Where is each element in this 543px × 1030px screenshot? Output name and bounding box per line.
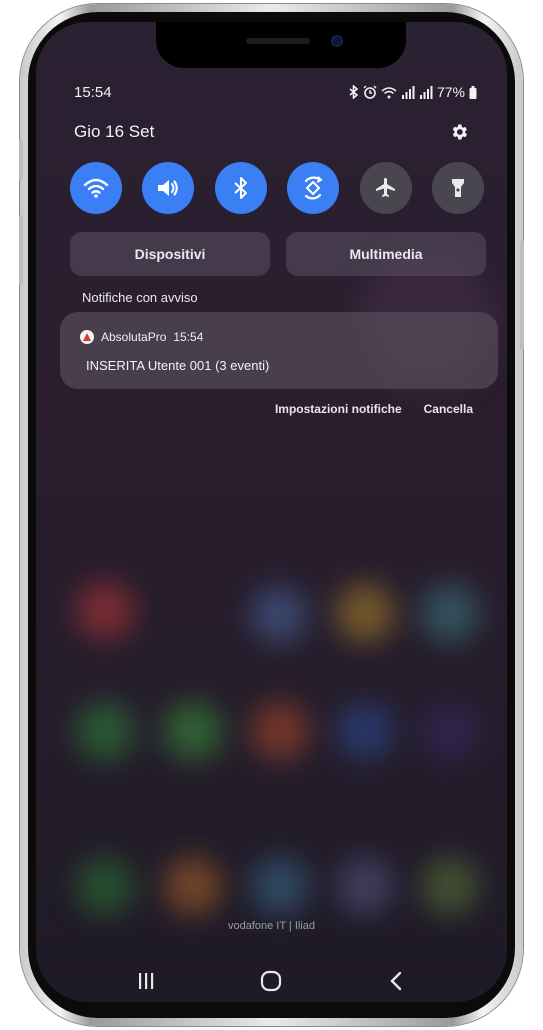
home-button[interactable] [251,964,291,998]
section-label: Notifiche con avviso [82,290,198,305]
back-icon [390,971,402,991]
home-icon [260,970,282,992]
auto-rotate-toggle[interactable] [287,162,340,214]
status-time: 15:54 [74,84,112,101]
notification-actions: Impostazioni notifiche Cancella [275,402,473,416]
flashlight-toggle[interactable] [431,162,484,214]
app-logo-icon [80,330,94,344]
recent-apps-icon [139,973,154,989]
notification-header: AbsolutaPro 15:54 [80,330,203,344]
notification-card[interactable]: AbsolutaPro 15:54 INSERITA Utente 001 (3… [60,312,498,389]
signal-icon [419,85,433,99]
date-label: Gio 16 Set [74,122,155,141]
flashlight-icon [451,179,464,197]
navigation-bar [36,964,507,998]
signal-icon [401,85,415,99]
media-button[interactable]: Multimedia [286,232,486,276]
status-bar: 15:54 77% [74,84,477,104]
notification-message: INSERITA Utente 001 (3 eventi) [86,358,270,373]
power-button [520,240,524,350]
notification-settings-button[interactable]: Impostazioni notifiche [275,402,402,416]
carrier-label: vodafone IT | Iliad [227,920,316,932]
clear-button[interactable]: Cancella [424,402,473,416]
bluetooth-icon [234,177,247,199]
auto-rotate-icon [305,176,323,200]
recent-apps-button[interactable] [126,964,166,998]
volume-button [19,140,23,180]
settings-gear-icon[interactable] [449,122,469,142]
airplane-toggle[interactable] [359,162,412,214]
notification-time: 15:54 [173,330,204,344]
battery-percent: 77% [436,84,465,100]
wifi-toggle[interactable] [70,162,122,214]
wifi-status-icon [381,86,397,98]
bluetooth-status-icon [349,85,359,99]
wifi-icon [83,178,109,198]
battery-icon [469,85,477,99]
status-icons: 77% [349,84,477,100]
lock-screen: 15:54 77% Gio 16 Set Dispositivi Multime… [36,22,507,1002]
quick-settings-toggles [70,162,484,214]
notch [156,22,406,68]
volume-icon [158,180,179,196]
front-camera [331,35,343,47]
speaker [246,38,310,44]
date-row: Gio 16 Set [74,122,477,144]
sound-toggle[interactable] [142,162,195,214]
alarm-icon [363,85,377,99]
back-button[interactable] [376,964,416,998]
airplane-icon [375,178,395,197]
quick-panel-buttons: Dispositivi Multimedia [70,232,486,276]
bluetooth-toggle[interactable] [214,162,267,214]
volume-button [19,215,23,285]
app-name: AbsolutaPro [101,330,167,344]
devices-button[interactable]: Dispositivi [70,232,270,276]
